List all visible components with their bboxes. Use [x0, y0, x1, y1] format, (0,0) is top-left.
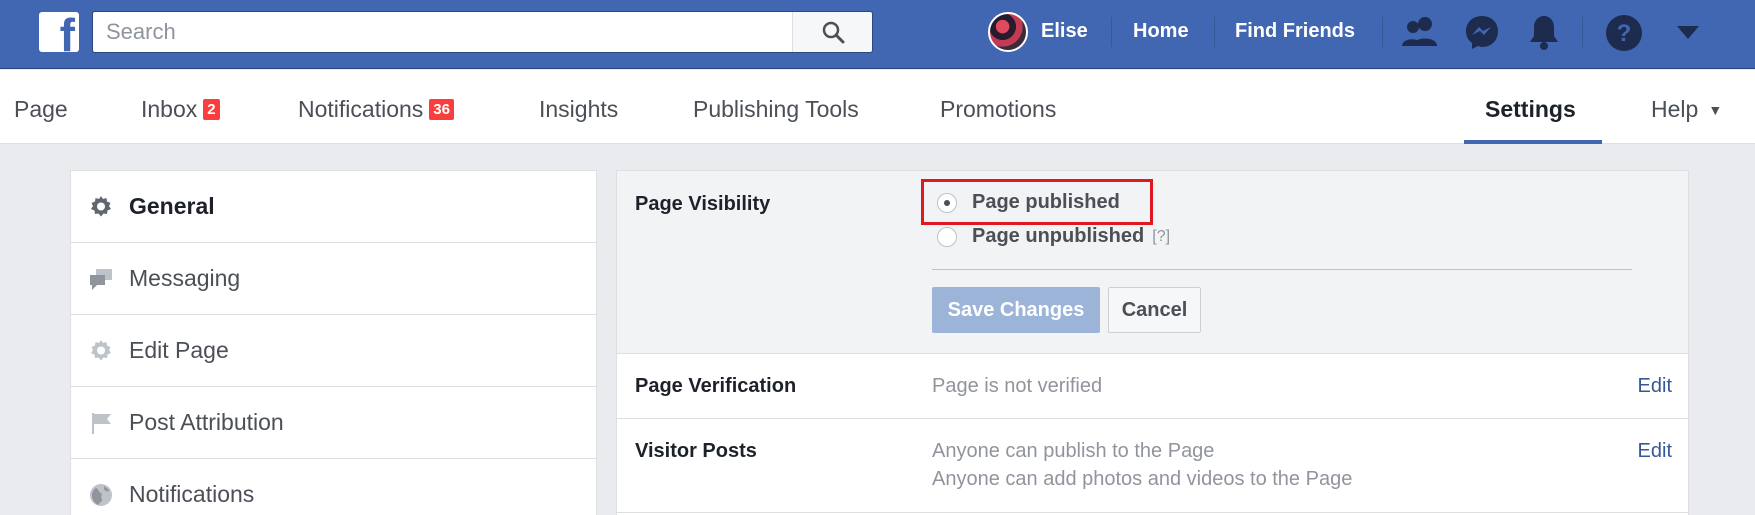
divider — [1382, 17, 1383, 47]
row-title: Page Verification — [635, 375, 797, 397]
tab-help[interactable]: Help ▼ — [1651, 96, 1722, 123]
radio-page-unpublished[interactable]: Page unpublished [?] — [937, 225, 1170, 248]
sidebar-item-edit-page[interactable]: Edit Page — [71, 315, 596, 387]
settings-sidebar: General Messaging Edit Page Post Attribu… — [70, 170, 597, 515]
divider — [932, 269, 1632, 270]
sidebar-item-general[interactable]: General — [71, 171, 596, 243]
chevron-down-icon[interactable] — [1677, 26, 1699, 40]
highlight-box — [921, 179, 1153, 225]
sidebar-item-messaging[interactable]: Messaging — [71, 243, 596, 315]
tab-page[interactable]: Page — [14, 96, 68, 123]
page-navigation: Page Inbox 2 Notifications 36 Insights Pub… — [0, 70, 1755, 144]
notifications-bell-icon[interactable] — [1527, 14, 1561, 50]
save-changes-button[interactable]: Save Changes — [932, 287, 1100, 333]
home-link[interactable]: Home — [1133, 20, 1189, 43]
friend-requests-icon[interactable] — [1400, 14, 1440, 50]
tab-inbox[interactable]: Inbox 2 — [141, 96, 220, 123]
facebook-logo-icon[interactable]: f — [39, 12, 79, 52]
sidebar-item-notifications[interactable]: Notifications — [71, 459, 596, 515]
help-question-icon[interactable]: ? — [1605, 14, 1643, 52]
row-value: Anyone can add photos and videos to the … — [932, 468, 1353, 490]
settings-panel: Page Visibility Page published Page unpu… — [616, 170, 1689, 515]
active-tab-indicator — [1464, 140, 1602, 144]
inbox-count-badge: 2 — [203, 99, 220, 120]
find-friends-link[interactable]: Find Friends — [1235, 20, 1355, 43]
avatar[interactable] — [988, 12, 1028, 52]
top-navigation-bar: f Elise Home Find Friends ? — [0, 0, 1755, 69]
row-title: Visitor Posts — [635, 440, 757, 462]
cancel-button[interactable]: Cancel — [1108, 287, 1201, 333]
notifications-count-badge: 36 — [429, 99, 454, 120]
tab-inbox-label: Inbox — [141, 96, 198, 122]
divider — [1214, 17, 1215, 47]
messenger-icon[interactable] — [1464, 14, 1500, 50]
row-value: Page is not verified — [932, 375, 1103, 397]
globe-icon — [90, 484, 112, 506]
page-verification-row: Page Verification Page is not verified E… — [617, 355, 1688, 419]
svg-text:?: ? — [1617, 20, 1632, 47]
profile-link[interactable]: Elise — [1041, 20, 1088, 43]
caret-down-icon: ▼ — [1708, 102, 1723, 118]
search-input[interactable] — [93, 12, 793, 52]
tab-settings[interactable]: Settings — [1485, 96, 1576, 123]
sidebar-item-label: Notifications — [129, 481, 255, 507]
divider — [1582, 17, 1583, 47]
sidebar-item-label: Messaging — [129, 265, 241, 291]
tab-notifications-label: Notifications — [298, 96, 424, 122]
sidebar-item-label: Edit Page — [129, 337, 229, 363]
visitor-posts-row: Visitor Posts Anyone can publish to the … — [617, 420, 1688, 513]
help-link[interactable]: [?] — [1152, 228, 1170, 246]
flag-icon — [92, 413, 111, 434]
divider — [1111, 17, 1112, 47]
gear-icon — [91, 196, 111, 217]
search-button[interactable] — [792, 12, 872, 52]
sidebar-item-post-attribution[interactable]: Post Attribution — [71, 387, 596, 459]
radio-label: Page unpublished — [972, 225, 1145, 247]
page-visibility-title: Page Visibility — [635, 193, 771, 215]
tab-notifications[interactable]: Notifications 36 — [298, 96, 454, 123]
search-box — [92, 11, 873, 53]
row-value: Anyone can publish to the Page — [932, 440, 1215, 462]
gear-icon — [91, 340, 111, 361]
search-icon — [822, 21, 845, 44]
tab-insights[interactable]: Insights — [539, 96, 618, 123]
page-visibility-section: Page Visibility Page published Page unpu… — [617, 171, 1688, 354]
edit-link[interactable]: Edit — [1638, 375, 1672, 398]
edit-link[interactable]: Edit — [1638, 440, 1672, 463]
chat-bubbles-icon — [90, 269, 112, 290]
sidebar-item-label: General — [129, 193, 215, 219]
tab-publishing-tools[interactable]: Publishing Tools — [693, 96, 859, 123]
tab-promotions[interactable]: Promotions — [940, 96, 1056, 123]
tab-help-label: Help — [1651, 96, 1699, 122]
sidebar-item-label: Post Attribution — [129, 409, 284, 435]
radio-button[interactable] — [937, 226, 957, 247]
